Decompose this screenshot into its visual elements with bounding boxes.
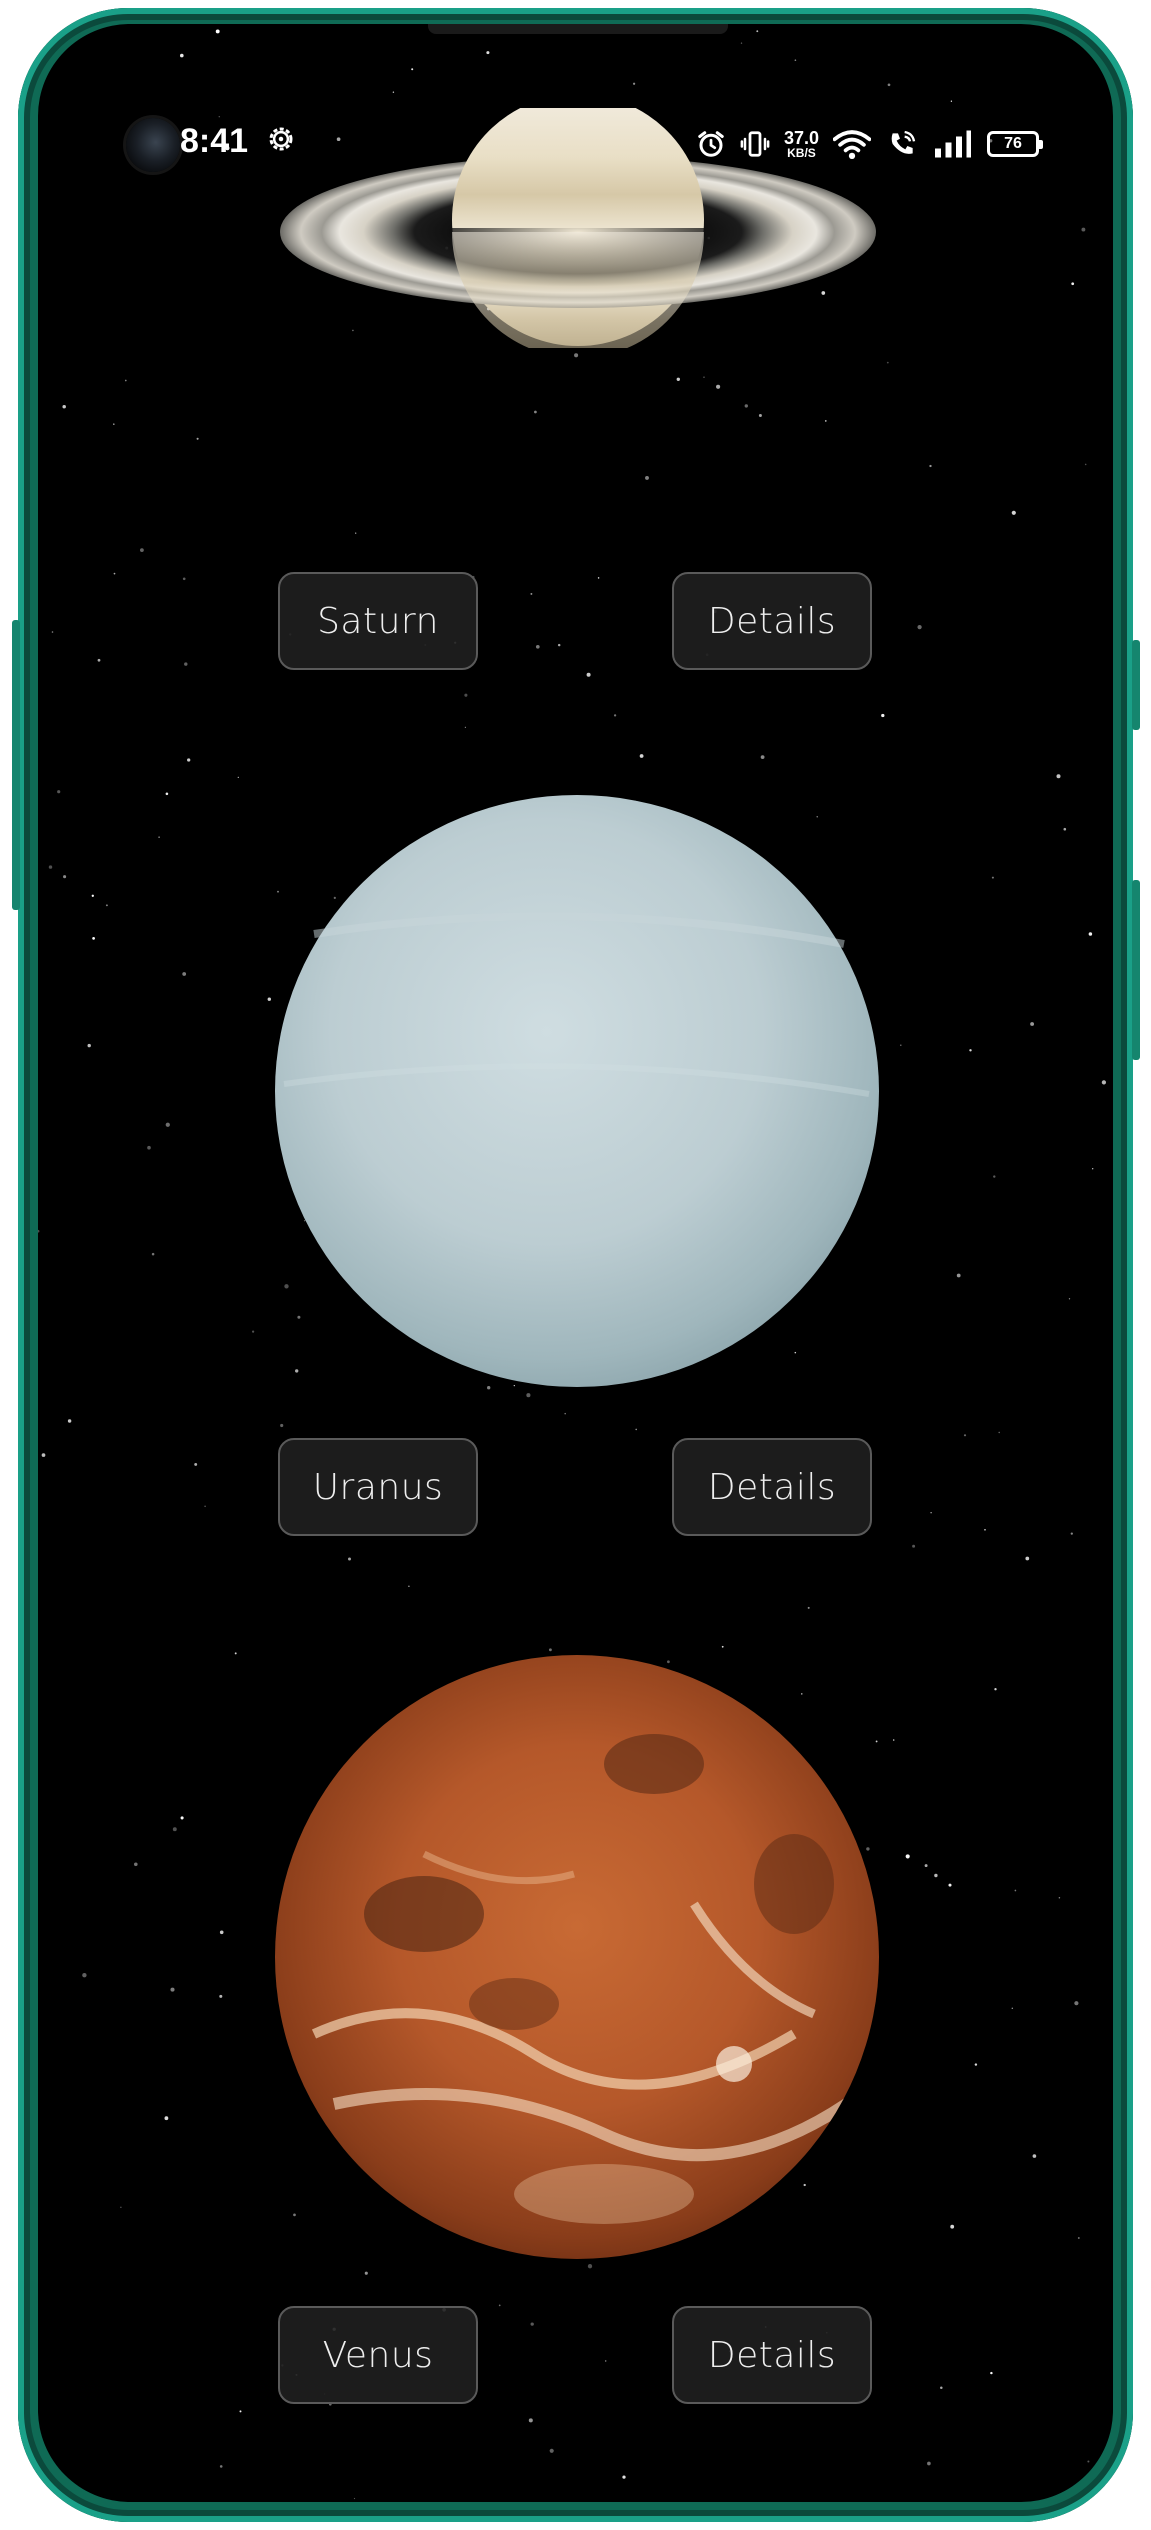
phone-side-button — [12, 620, 20, 910]
alarm-clock-icon — [698, 131, 724, 157]
front-camera — [126, 118, 180, 172]
phone-side-button — [1132, 880, 1140, 1060]
cellular-signal-icon — [935, 130, 971, 158]
settings-gear-icon — [269, 127, 293, 151]
vibrate-icon — [740, 131, 770, 157]
network-speed-value: 37.0 — [783, 128, 819, 148]
status-bar: 8:41 37.0 KB/S 76 — [38, 114, 1113, 174]
status-time: 8:41 — [180, 122, 249, 160]
phone-side-button — [1132, 640, 1140, 730]
saturn-name-button[interactable]: Saturn — [278, 572, 478, 670]
battery-indicator: 76 — [987, 131, 1043, 157]
network-speed-unit: KB/S — [787, 146, 816, 160]
uranus-planet-image[interactable] — [274, 794, 880, 1388]
venus-planet-image[interactable] — [274, 1654, 880, 2260]
uranus-details-button[interactable]: Details — [672, 1438, 872, 1536]
top-notch — [428, 24, 728, 34]
app-screen: 8:41 37.0 KB/S 76 Saturn Details Uranus … — [38, 24, 1113, 2502]
venus-details-button[interactable]: Details — [672, 2306, 872, 2404]
saturn-details-button[interactable]: Details — [672, 572, 872, 670]
wifi-icon — [833, 130, 871, 160]
uranus-name-button[interactable]: Uranus — [278, 1438, 478, 1536]
venus-name-button[interactable]: Venus — [278, 2306, 478, 2404]
wifi-calling-icon — [891, 130, 916, 154]
network-speed: 37.0 KB/S — [784, 129, 819, 159]
